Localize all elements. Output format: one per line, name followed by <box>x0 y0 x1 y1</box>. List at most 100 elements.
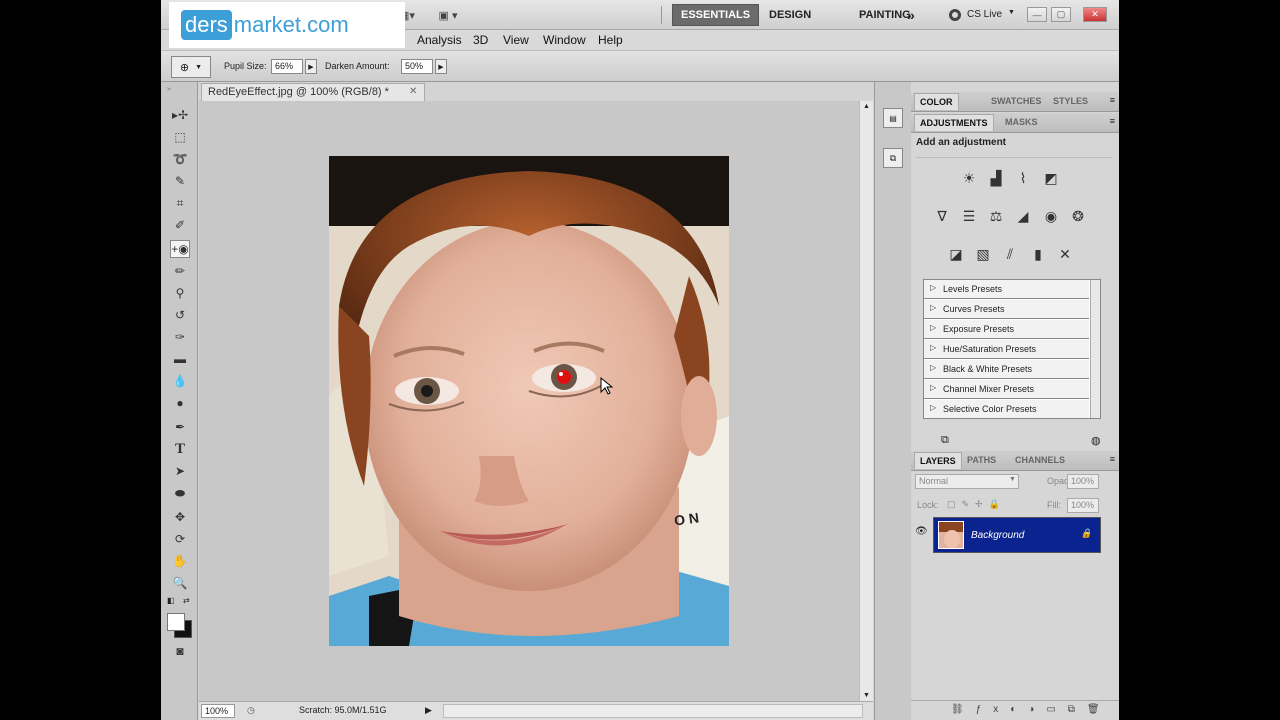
eraser-tool-icon[interactable]: ✑ <box>170 328 190 346</box>
mini-bridge-icon[interactable]: ▤ <box>883 108 903 128</box>
default-colors-icon[interactable]: ◧ <box>167 596 175 605</box>
history-brush-tool-icon[interactable]: ↺ <box>170 306 190 324</box>
threshold-icon[interactable]: ⫽ <box>999 243 1021 265</box>
menu-help[interactable]: Help <box>598 33 623 47</box>
list-item[interactable]: ▷ Levels Presets <box>924 280 1089 299</box>
document-tab[interactable]: RedEyeEffect.jpg @ 100% (RGB/8) * <box>201 83 425 101</box>
3d-orbit-tool-icon[interactable]: ⟳ <box>170 530 190 548</box>
vibrance-icon[interactable]: ∇ <box>931 205 953 227</box>
more-workspaces-button[interactable]: » <box>899 4 923 26</box>
fill-field[interactable]: 100% <box>1067 498 1099 513</box>
quick-selection-tool-icon[interactable]: ✎ <box>170 172 190 190</box>
clone-stamp-tool-icon[interactable]: ⚲ <box>170 284 190 302</box>
quick-mask-icon[interactable]: ◙ <box>170 642 190 660</box>
channel-mixer-icon[interactable]: ❂ <box>1067 205 1089 227</box>
scroll-up-icon[interactable]: ▲ <box>863 103 870 110</box>
opacity-field[interactable]: 100% <box>1067 474 1099 489</box>
swap-colors-icon[interactable]: ⇄ <box>183 596 190 605</box>
levels-icon[interactable]: ▟ <box>985 167 1007 189</box>
tab-adjustments[interactable]: ADJUSTMENTS <box>914 114 994 131</box>
shape-tool-icon[interactable]: ⬬ <box>170 484 190 502</box>
lock-icons[interactable]: ▢✎✢🔒 <box>947 499 1006 510</box>
panel-menu-icon[interactable]: ≡ <box>1110 116 1115 126</box>
history-icon[interactable]: ⧉ <box>883 148 903 168</box>
hue-saturation-icon[interactable]: ☰ <box>958 205 980 227</box>
status-info-icon[interactable]: ◷ <box>247 705 255 716</box>
pupil-size-slider-button[interactable]: ▶ <box>305 59 317 74</box>
red-eye-tool-icon[interactable]: +◉ <box>170 240 190 258</box>
clip-to-layer-icon[interactable]: ⧉ <box>941 434 949 447</box>
workspace-essentials[interactable]: ESSENTIALS <box>672 4 760 26</box>
tab-layers[interactable]: LAYERS <box>914 452 962 469</box>
posterize-icon[interactable]: ▧ <box>972 243 994 265</box>
close-button[interactable]: ✕ <box>1083 7 1107 22</box>
pen-tool-icon[interactable]: ✒ <box>170 418 190 436</box>
tab-styles[interactable]: STYLES <box>1053 96 1088 106</box>
black-white-icon[interactable]: ◢ <box>1012 205 1034 227</box>
crop-tool-icon[interactable]: ⌗ <box>170 194 190 212</box>
menu-window[interactable]: Window <box>543 33 586 47</box>
cslive-menu[interactable]: CS Live <box>967 9 1002 20</box>
brightness-contrast-icon[interactable]: ☀ <box>958 167 980 189</box>
tool-preset-picker[interactable]: ⊕ ▼ <box>171 56 211 78</box>
move-tool-icon[interactable]: ▸✢ <box>170 106 190 124</box>
list-item[interactable]: ▷ Black & White Presets <box>924 360 1089 379</box>
tab-channels[interactable]: CHANNELS <box>1015 455 1065 465</box>
type-tool-icon[interactable]: T <box>170 440 190 458</box>
zoom-field[interactable]: 100% <box>201 704 235 718</box>
horizontal-scrollbar[interactable] <box>443 704 863 718</box>
collapse-icon[interactable]: » <box>167 86 171 93</box>
canvas-area[interactable]: O N <box>199 101 859 701</box>
workspace-design[interactable]: DESIGN <box>761 4 819 26</box>
tab-masks[interactable]: MASKS <box>1005 117 1038 127</box>
tab-color[interactable]: COLOR <box>914 93 959 110</box>
blend-mode-select[interactable]: Normal <box>915 474 1019 489</box>
menu-view[interactable]: View <box>503 33 529 47</box>
create-adjustment-icon[interactable]: ◍ <box>1091 434 1101 447</box>
cslive-icon[interactable] <box>949 9 961 21</box>
zoom-tool-icon[interactable]: 🔍 <box>170 574 190 592</box>
tab-paths[interactable]: PATHS <box>967 455 996 465</box>
curves-icon[interactable]: ⌇ <box>1012 167 1034 189</box>
minimize-button[interactable]: — <box>1027 7 1047 22</box>
scroll-down-icon[interactable]: ▼ <box>863 692 870 699</box>
close-document-icon[interactable]: ✕ <box>409 86 417 97</box>
photo-canvas[interactable]: O N <box>329 156 729 646</box>
tab-swatches[interactable]: SWATCHES <box>991 96 1041 106</box>
foreground-color-swatch[interactable] <box>167 613 185 631</box>
status-menu-button[interactable]: ▶ <box>425 705 432 716</box>
photo-filter-icon[interactable]: ◉ <box>1040 205 1062 227</box>
3d-rotate-tool-icon[interactable]: ✥ <box>170 508 190 526</box>
list-item[interactable]: ▷ Hue/Saturation Presets <box>924 340 1089 359</box>
lasso-tool-icon[interactable]: ➰ <box>170 150 190 168</box>
hand-tool-icon[interactable]: ✋ <box>170 552 190 570</box>
gradient-tool-icon[interactable]: ▬ <box>170 350 190 368</box>
exposure-icon[interactable]: ◩ <box>1040 167 1062 189</box>
screen-mode-icon[interactable]: ▣ ▾ <box>433 7 463 23</box>
gradient-map-icon[interactable]: ▮ <box>1027 243 1049 265</box>
layer-row-background[interactable]: Background 🔒 <box>933 517 1101 553</box>
list-item[interactable]: ▷ Curves Presets <box>924 300 1089 319</box>
blur-tool-icon[interactable]: 💧 <box>170 372 190 390</box>
maximize-button[interactable]: ▢ <box>1051 7 1071 22</box>
dodge-tool-icon[interactable]: ● <box>170 394 190 412</box>
layers-footer-buttons[interactable]: ⛓ƒx◐◑▭⧉🗑 <box>911 700 1119 720</box>
eyedropper-tool-icon[interactable]: ✐ <box>170 216 190 234</box>
menu-analysis[interactable]: Analysis <box>417 33 462 47</box>
path-selection-tool-icon[interactable]: ➤ <box>170 462 190 480</box>
pupil-size-field[interactable]: 66% <box>271 59 303 74</box>
menu-3d[interactable]: 3D <box>473 33 488 47</box>
list-item[interactable]: ▷ Channel Mixer Presets <box>924 380 1089 399</box>
eye-visibility-icon[interactable]: 👁 <box>915 526 928 537</box>
panel-menu-icon[interactable]: ≡ <box>1110 454 1115 464</box>
brush-tool-icon[interactable]: ✏ <box>170 262 190 280</box>
vertical-scrollbar[interactable]: ▲ ▼ <box>859 101 873 701</box>
darken-amount-slider-button[interactable]: ▶ <box>435 59 447 74</box>
list-item[interactable]: ▷ Exposure Presets <box>924 320 1089 339</box>
invert-icon[interactable]: ◪ <box>945 243 967 265</box>
marquee-tool-icon[interactable]: ⬚ <box>170 128 190 146</box>
selective-color-icon[interactable]: ✕ <box>1054 243 1076 265</box>
darken-amount-field[interactable]: 50% <box>401 59 433 74</box>
list-item[interactable]: ▷ Selective Color Presets <box>924 400 1089 419</box>
presets-scrollbar[interactable] <box>1090 280 1100 418</box>
